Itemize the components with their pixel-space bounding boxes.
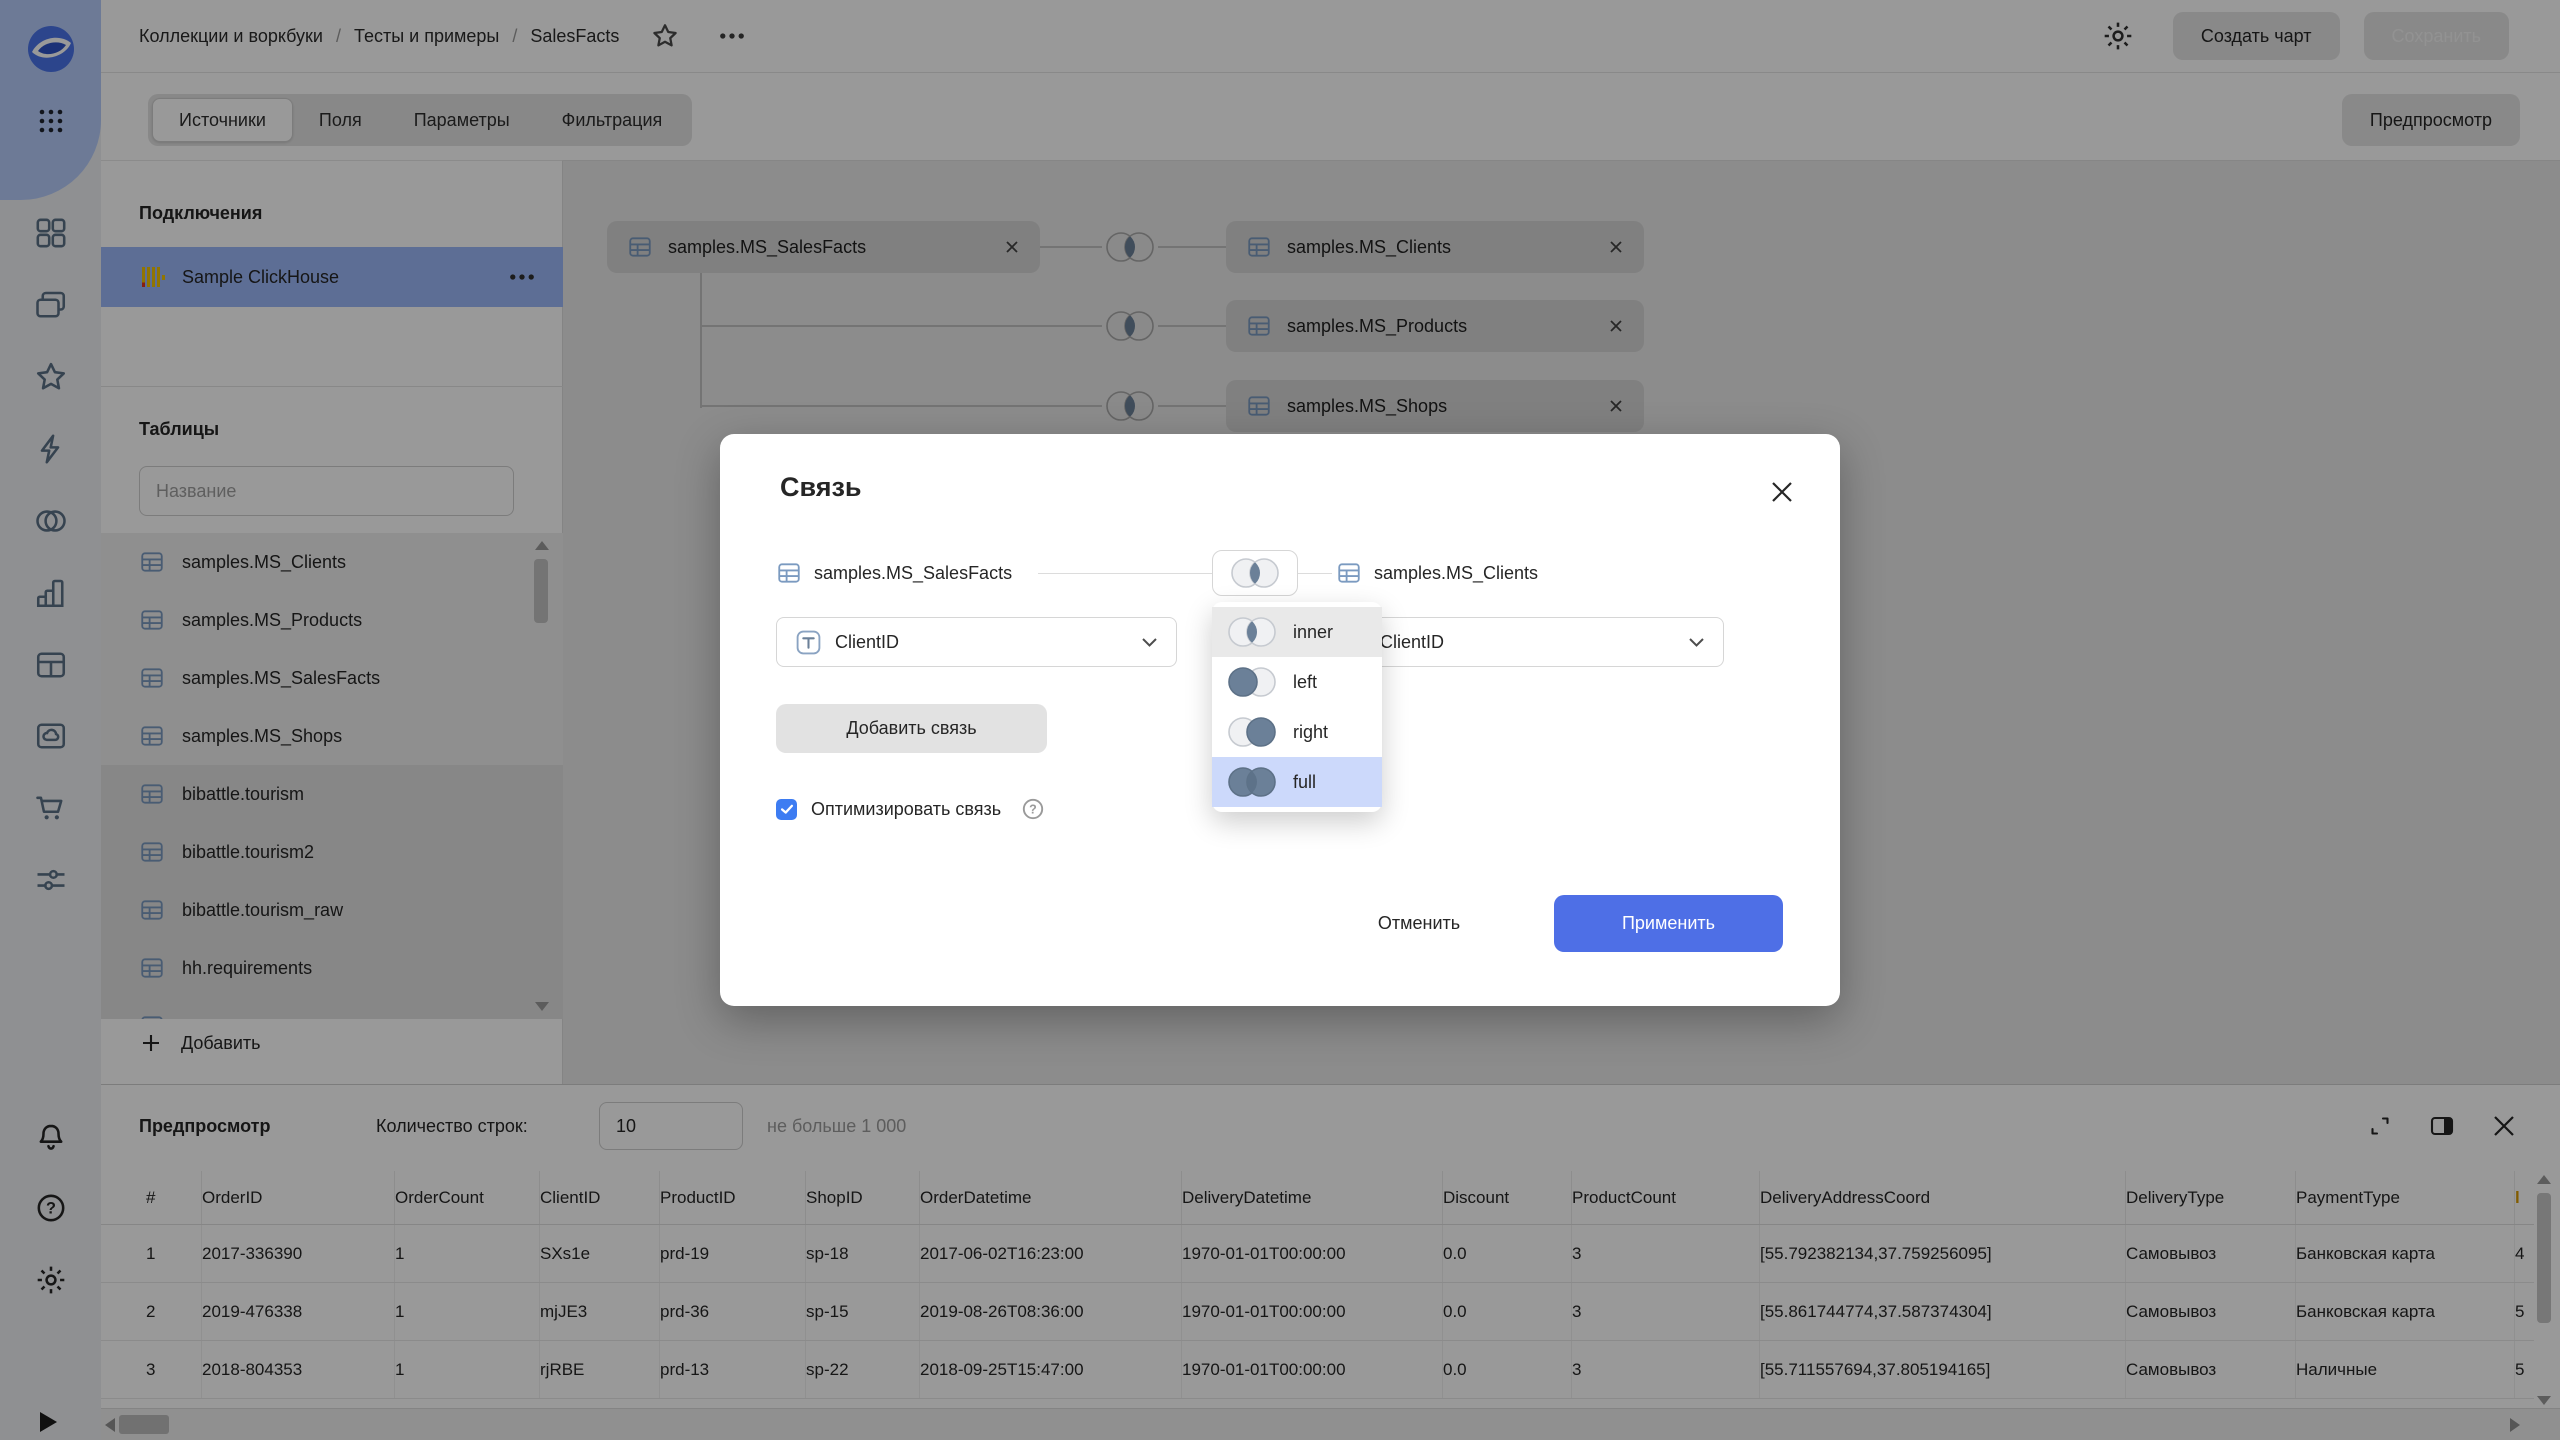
join-option-label: right (1293, 722, 1328, 743)
join-option-right[interactable]: right (1212, 707, 1382, 757)
chevron-down-icon (1141, 637, 1158, 648)
inner-join-icon (1224, 616, 1280, 648)
right-table-name: samples.MS_Clients (1374, 563, 1538, 584)
apply-button[interactable]: Применить (1554, 895, 1783, 952)
join-option-label: inner (1293, 622, 1333, 643)
datalens-dataset-editor: ? Коллекции и воркбуки/Тесты и примеры/S… (0, 0, 2560, 1440)
cancel-button[interactable]: Отменить (1342, 895, 1496, 952)
join-option-inner[interactable]: inner (1212, 607, 1382, 657)
right-field-select[interactable]: ClientID (1323, 617, 1724, 667)
right-join-icon (1224, 716, 1280, 748)
join-option-full[interactable]: full (1212, 757, 1382, 807)
left-field-value: ClientID (835, 632, 899, 653)
join-option-label: full (1293, 772, 1316, 793)
join-type-dropdown: inner left right full (1212, 602, 1382, 812)
left-join-icon (1224, 666, 1280, 698)
string-type-icon (795, 629, 822, 656)
join-type-button[interactable] (1212, 550, 1298, 596)
optimize-checkbox-row: Оптимизировать связь ? (776, 796, 1045, 822)
chevron-down-icon (1688, 637, 1705, 648)
add-link-button[interactable]: Добавить связь (776, 704, 1047, 753)
join-connector-line (1298, 573, 1332, 574)
dialog-title: Связь (780, 472, 862, 503)
full-join-icon (1224, 766, 1280, 798)
svg-text:?: ? (1029, 802, 1037, 816)
join-option-label: left (1293, 672, 1317, 693)
optimize-label: Оптимизировать связь (811, 799, 1001, 820)
join-connector-line (1038, 573, 1212, 574)
left-field-select[interactable]: ClientID (776, 617, 1177, 667)
checkbox-checked[interactable] (776, 799, 797, 820)
left-table-name: samples.MS_SalesFacts (814, 563, 1012, 584)
table-icon (1336, 560, 1362, 586)
right-field-value: ClientID (1380, 632, 1444, 653)
help-icon[interactable]: ? (1021, 797, 1045, 821)
close-dialog-icon[interactable] (1764, 474, 1800, 510)
table-icon (776, 560, 802, 586)
join-option-left[interactable]: left (1212, 657, 1382, 707)
join-dialog: Связь samples.MS_SalesFacts samples.MS_C… (720, 434, 1840, 1006)
